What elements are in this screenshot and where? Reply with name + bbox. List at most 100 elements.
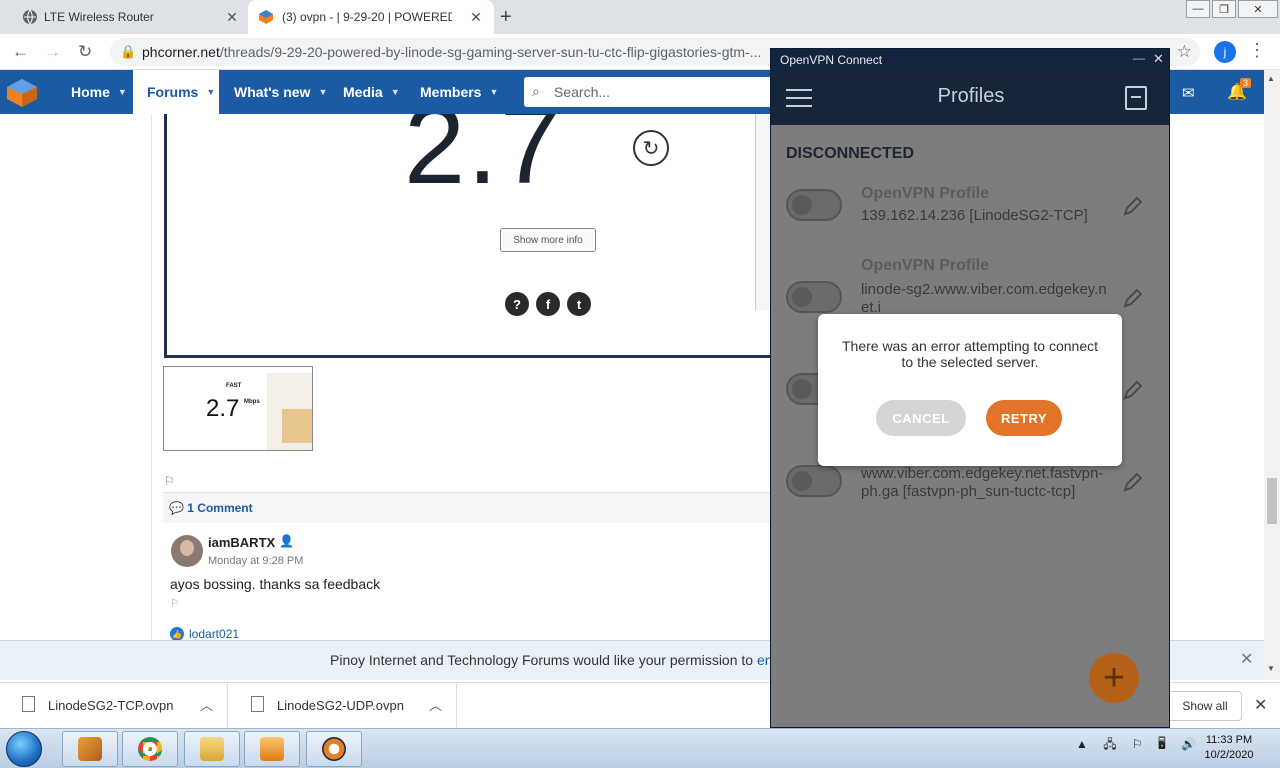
close-icon[interactable]: ✕ <box>1153 51 1164 67</box>
chevron-up-icon[interactable]: ︿ <box>200 695 213 714</box>
comment-text: ayos bossing. thanks sa feedback <box>170 576 381 592</box>
twitter-icon: t <box>567 292 591 316</box>
taskbar-chrome[interactable] <box>122 731 178 767</box>
report-flag-icon[interactable]: ⚐ <box>170 598 179 609</box>
app-icon <box>78 737 102 761</box>
nav-whats-new[interactable]: What's new ▼ <box>234 70 327 114</box>
page-scrollbar[interactable]: ▲ ▼ <box>1264 70 1280 680</box>
profile-name: OpenVPN Profile <box>861 185 990 202</box>
profile-avatar[interactable]: j <box>1214 41 1236 63</box>
back-arrow-icon[interactable]: ← <box>12 42 29 62</box>
profile-server: www.viber.com.edgekey.net.fastvpn-ph.ga … <box>861 465 1104 500</box>
openvpn-titlebar[interactable]: OpenVPN Connect — ✕ <box>771 49 1169 71</box>
taskbar-media[interactable] <box>244 731 300 767</box>
forum-search-input[interactable]: ⌕ Search... <box>524 77 774 107</box>
show-more-info-button: Show more info <box>500 228 596 252</box>
chevron-up-icon[interactable]: ︿ <box>429 695 442 714</box>
pencil-icon[interactable] <box>1122 471 1144 493</box>
tab-close-icon[interactable]: ✕ <box>224 9 240 26</box>
globe-icon <box>23 9 37 25</box>
openvpn-icon <box>322 737 346 761</box>
window-title: OpenVPN Connect <box>780 53 883 67</box>
comment-author[interactable]: iamBARTX <box>208 535 275 550</box>
phcorner-favicon-icon <box>259 10 273 24</box>
taskbar-app[interactable] <box>62 731 118 767</box>
start-button[interactable] <box>6 731 42 767</box>
system-tray-icons[interactable]: ▲ 🖧 ⚐ 🖥 🔊 <box>1076 735 1202 756</box>
report-flag-icon[interactable]: ⚐ <box>164 474 175 488</box>
nav-media[interactable]: Media ▼ <box>343 70 400 114</box>
nav-members[interactable]: Members ▼ <box>420 70 498 114</box>
phcorner-logo-icon[interactable] <box>6 78 38 108</box>
tab-close-icon[interactable]: ✕ <box>468 9 484 26</box>
notification-badge: 3 <box>1240 78 1252 88</box>
taskbar-openvpn[interactable] <box>306 731 362 767</box>
taskbar-explorer[interactable] <box>184 731 240 767</box>
comments-section: 💬 1 Comment iamBARTX 👤 Monday at 9:28 PM… <box>163 492 772 640</box>
pencil-icon[interactable] <box>1122 195 1144 217</box>
restore-button[interactable]: ❐ <box>1212 0 1236 18</box>
add-profile-button[interactable]: + <box>1089 653 1139 703</box>
scroll-down-icon[interactable]: ▼ <box>1267 664 1275 673</box>
close-icon[interactable]: ✕ <box>1240 649 1253 669</box>
browser-menu-icon[interactable]: ⋮ <box>1248 40 1266 61</box>
right-gutter <box>1170 114 1266 640</box>
profile-name: OpenVPN Profile <box>861 257 990 274</box>
retry-button[interactable]: RETRY <box>986 400 1062 436</box>
window-controls: — ❐ ✕ <box>1186 0 1280 18</box>
pencil-icon[interactable] <box>1122 287 1144 309</box>
post-content: 2.7 ↻ Show more info ? f t FAST 2.7 Mbps… <box>152 114 772 640</box>
minimize-button[interactable]: — <box>1186 0 1210 18</box>
error-dialog: There was an error attempting to connect… <box>818 314 1122 466</box>
download-item[interactable]: LinodeSG2-TCP.ovpn ︿ <box>0 683 228 729</box>
scroll-up-icon[interactable]: ▲ <box>1267 74 1275 83</box>
windows-taskbar: ▲ 🖧 ⚐ 🖥 🔊 11:33 PM 10/2/2020 <box>0 728 1280 768</box>
search-icon: ⌕ <box>532 83 540 99</box>
chrome-icon <box>138 737 162 761</box>
profile-toggle[interactable] <box>786 465 842 497</box>
speed-value: 2.7 <box>404 114 563 207</box>
forward-arrow-icon[interactable]: → <box>44 42 61 62</box>
user-badge-icon: 👤 <box>279 534 294 548</box>
lock-icon[interactable]: 🔒 <box>120 44 136 60</box>
profile-toggle[interactable] <box>786 281 842 313</box>
comment-timestamp[interactable]: Monday at 9:28 PM <box>208 555 303 567</box>
reload-icon[interactable]: ↻ <box>78 42 92 62</box>
pencil-icon[interactable] <box>1122 379 1144 401</box>
cancel-button[interactable]: CANCEL <box>876 400 966 436</box>
minimize-icon[interactable]: — <box>1133 51 1145 65</box>
speedtest-screenshot[interactable]: 2.7 ↻ Show more info ? f t <box>164 114 772 358</box>
openvpn-header: Profiles <box>771 71 1169 125</box>
profile-toggle[interactable] <box>786 189 842 221</box>
close-icon[interactable]: ✕ <box>1254 695 1267 715</box>
attachment-thumbnail[interactable]: FAST 2.7 Mbps <box>163 366 313 451</box>
left-gutter <box>0 114 152 640</box>
tab-ovpn-thread[interactable]: (3) ovpn - | 9-29-20 | POWERED E ✕ <box>248 0 494 34</box>
url-text[interactable]: phcorner.net/threads/9-29-20-powered-by-… <box>142 44 772 60</box>
refresh-icon: ↻ <box>633 130 669 166</box>
close-window-button[interactable]: ✕ <box>1238 0 1278 18</box>
file-icon <box>251 696 264 712</box>
file-icon <box>22 696 35 712</box>
bookmark-star-icon[interactable]: ☆ <box>1177 42 1192 62</box>
tab-lte-router[interactable]: LTE Wireless Router ✕ <box>0 0 248 34</box>
show-all-button[interactable]: Show all <box>1168 691 1242 721</box>
media-player-icon <box>260 737 284 761</box>
page-title: Profiles <box>937 85 1005 107</box>
facebook-icon: f <box>536 292 560 316</box>
avatar[interactable] <box>171 535 203 567</box>
import-profile-icon[interactable] <box>1125 86 1147 110</box>
mail-icon[interactable]: ✉ <box>1182 84 1195 102</box>
nav-home[interactable]: Home ▼ <box>71 70 127 114</box>
help-icon: ? <box>505 292 529 316</box>
nav-forums[interactable]: Forums ▼ <box>133 70 219 114</box>
error-message: There was an error attempting to connect… <box>841 338 1099 370</box>
new-tab-button[interactable]: + <box>500 6 512 29</box>
system-clock[interactable]: 11:33 PM 10/2/2020 <box>1196 733 1262 763</box>
scroll-thumb[interactable] <box>1267 478 1277 524</box>
profile-server: linode-sg2.www.viber.com.edgekey.net.i <box>861 281 1107 316</box>
download-item[interactable]: LinodeSG2-UDP.ovpn ︿ <box>229 683 457 729</box>
like-icon: 👍 <box>170 627 184 640</box>
liked-by-user[interactable]: lodart021 <box>189 627 239 640</box>
comments-header[interactable]: 💬 1 Comment <box>163 493 772 523</box>
